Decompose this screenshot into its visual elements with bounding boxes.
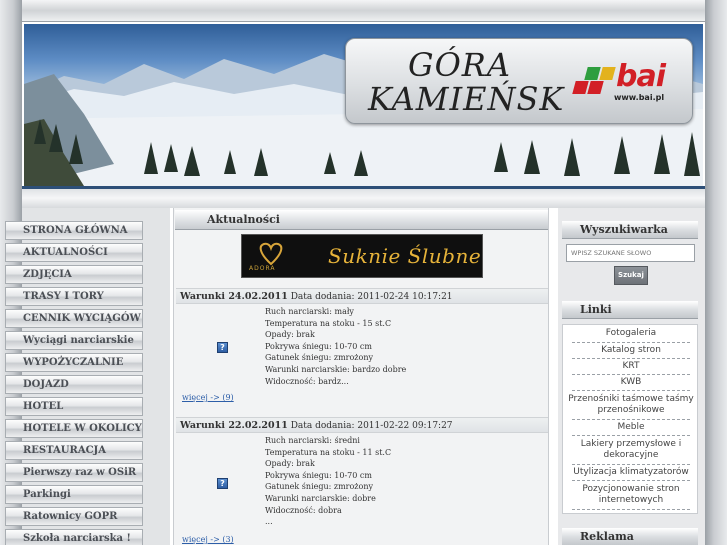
link-divider [572,358,690,359]
menu-item-wyciagi-narciarskie[interactable]: Wyciągi narciarskie [5,331,143,350]
link-lakiery[interactable]: Lakiery przemysłowe i dekoracyjne [568,439,694,461]
search-heading: Wyszukiwarka [562,221,698,239]
ad-brand: ADORA [249,265,276,272]
top-bar [22,0,705,22]
links-heading: Linki [562,301,698,319]
report-date: Data dodania: 2011-02-24 10:17:21 [290,292,453,302]
report-line: Widoczność: bardz... [265,376,349,386]
report-body: Ruch narciarski: średni Temperatura na s… [265,435,391,528]
site-title-line2: KAMIEŃSK [368,80,565,118]
sponsor-url: www.bai.pl [614,93,665,102]
menu-item-strona-glowna[interactable]: STRONA GŁÓWNA [5,221,143,240]
broken-image-icon: ? [217,342,228,353]
site-title-line1: GÓRA [408,46,511,84]
ads-heading: Reklama [562,528,698,545]
link-przenosniki[interactable]: Przenośniki taśmowe taśmy przenośnikowe [568,394,694,416]
link-fotogaleria[interactable]: Fotogaleria [568,328,694,339]
report-line: ... [265,517,273,527]
link-krt[interactable]: KRT [568,361,694,372]
page-frame-right [705,0,727,545]
logo-square-icon [572,81,589,94]
menu-item-pierwszy-raz[interactable]: Pierwszy raz w OSiR [5,463,143,482]
menu-item-trasy-i-tory[interactable]: TRASY I TORY [5,287,143,306]
search-button[interactable]: Szukaj [614,266,648,285]
report-line: Ruch narciarski: średni [265,436,360,445]
menu-item-ratownicy-gopr[interactable]: Ratownicy GOPR [5,507,143,526]
report-line: Temperatura na stoku - 11 st.C [265,447,392,457]
menu-item-parkingi[interactable]: Parkingi [5,485,143,504]
link-divider [572,390,690,391]
report-line: Opady: brak [265,330,315,340]
broken-image-icon: ? [217,478,228,489]
menu-item-wypozyczalnie[interactable]: WYPOŻYCZALNIE [5,353,143,372]
more-link[interactable]: więcej -> (9) [182,393,234,402]
report-line: Ruch narciarski: mały [265,307,354,316]
report-line: Gatunek śniegu: zmrożony [265,353,374,363]
menu-item-dojazd[interactable]: DOJAZD [5,375,143,394]
site-logo-box: GÓRA KAMIEŃSK bai www.bai.pl [345,38,693,124]
banner-separator [22,186,705,208]
link-divider [572,464,690,465]
link-utylizacja[interactable]: Utylizacja klimatyzatorów [568,467,694,478]
search-input[interactable] [566,244,695,262]
report-title: Warunki 22.02.2011 [180,420,288,431]
menu-item-hotel[interactable]: HOTEL [5,397,143,416]
report-line: Warunki narciarskie: bardzo dobre [265,364,407,374]
report-line: Warunki narciarskie: dobre [265,493,376,503]
report-line: Opady: brak [265,459,315,469]
report-line: Pokrywa śniegu: 10-70 cm [265,470,372,480]
adora-heart-icon [259,242,283,266]
report-line: Temperatura na stoku - 15 st.C [265,318,392,328]
menu-item-zdjecia[interactable]: ZDJĘCIA [5,265,143,284]
logo-square-icon [599,67,616,80]
link-divider [572,509,690,510]
link-divider [572,435,690,436]
report-line: Pokrywa śniegu: 10-70 cm [265,341,372,351]
more-link[interactable]: więcej -> (3) [182,535,234,544]
logo-square-icon [584,67,601,80]
link-kwb[interactable]: KWB [568,377,694,388]
report-header: Warunki 24.02.2011 Data dodania: 2011-02… [176,288,548,304]
sponsor-logo-text: bai [616,59,666,94]
ad-text: Suknie Ślubne [328,244,482,268]
ad-banner[interactable]: ADORA Suknie Ślubne [241,234,483,278]
link-meble[interactable]: Meble [568,422,694,433]
link-divider [572,342,690,343]
report-body: Ruch narciarski: mały Temperatura na sto… [265,306,406,387]
link-divider [572,374,690,375]
link-katalog-stron[interactable]: Katalog stron [568,345,694,356]
report-title: Warunki 24.02.2011 [180,291,288,302]
sponsor-logo[interactable]: bai www.bai.pl [572,59,672,102]
news-heading: Aktualności [175,210,548,230]
report-line: Gatunek śniegu: zmrożony [265,482,374,492]
link-divider [572,480,690,481]
report-header: Warunki 22.02.2011 Data dodania: 2011-02… [176,417,548,433]
report-line: Widoczność: dobra [265,505,342,515]
report-date: Data dodania: 2011-02-22 09:17:27 [290,421,453,431]
menu-item-szkola-narciarska[interactable]: Szkoła narciarska ! [5,529,143,545]
menu-item-aktualnosci[interactable]: AKTUALNOŚCI [5,243,143,262]
logo-square-icon [587,81,604,94]
menu-item-cennik-wyciagow[interactable]: CENNIK WYCIĄGÓW [5,309,143,328]
link-divider [572,419,690,420]
link-pozycjonowanie[interactable]: Pozycjonowanie stron internetowych [568,484,694,506]
menu-item-restauracja[interactable]: RESTAURACJA [5,441,143,460]
menu-item-hotele-w-okolicy[interactable]: HOTELE W OKOLICY [5,419,143,438]
